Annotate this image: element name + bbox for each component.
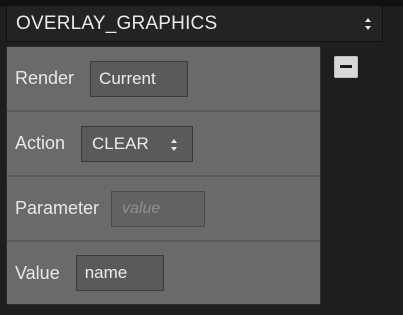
render-label: Render <box>15 68 75 88</box>
render-row: Render Current <box>7 47 320 110</box>
action-row: Action CLEAR <box>7 112 320 175</box>
updown-chevron-icon <box>365 18 371 30</box>
parameter-input[interactable]: value <box>111 190 206 227</box>
remove-button[interactable] <box>334 56 358 78</box>
minus-icon <box>340 65 352 68</box>
render-value: Current <box>99 68 156 88</box>
action-select[interactable]: CLEAR <box>81 125 194 162</box>
properties-panel: Render Current Action CLEAR Parameter va… <box>6 46 321 305</box>
value-input[interactable]: name <box>75 255 164 291</box>
render-field[interactable]: Current <box>90 60 189 97</box>
action-value: CLEAR <box>92 133 149 153</box>
action-label: Action <box>15 133 66 153</box>
updown-chevron-icon <box>171 138 178 151</box>
node-type-select[interactable]: OVERLAY_GRAPHICS <box>6 5 383 42</box>
parameter-row: Parameter value <box>7 177 320 240</box>
parameter-placeholder: value <box>122 199 161 217</box>
node-type-label: OVERLAY_GRAPHICS <box>16 12 218 34</box>
value-row: Value name <box>7 242 320 304</box>
value-value: name <box>84 263 128 282</box>
value-label: Value <box>15 262 60 283</box>
parameter-label: Parameter <box>15 198 100 218</box>
